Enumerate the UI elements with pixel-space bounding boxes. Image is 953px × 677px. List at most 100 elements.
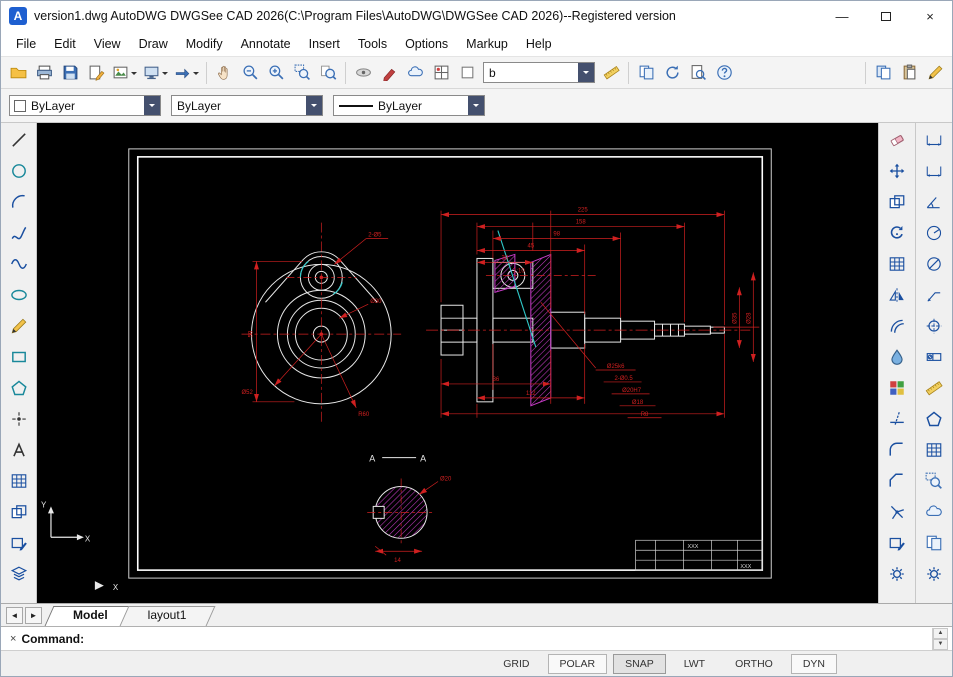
dim-aligned-tool-button[interactable] bbox=[920, 157, 948, 184]
tab-scroll-left-button[interactable]: ◄ bbox=[6, 607, 23, 624]
center-mark-tool-button[interactable] bbox=[920, 312, 948, 339]
compare-drawings-button[interactable] bbox=[633, 61, 659, 85]
zoom-extents-button[interactable] bbox=[315, 61, 341, 85]
polar-toggle[interactable]: POLAR bbox=[548, 654, 608, 674]
zoom-region-tool-button[interactable] bbox=[920, 467, 948, 494]
minimize-button[interactable]: — bbox=[820, 1, 864, 31]
text-tool-button[interactable] bbox=[5, 436, 33, 463]
arc-tool-button[interactable] bbox=[5, 188, 33, 215]
menu-modify[interactable]: Modify bbox=[177, 34, 232, 54]
mirror-tool-button[interactable] bbox=[883, 281, 911, 308]
menu-draw[interactable]: Draw bbox=[130, 34, 177, 54]
revision-cloud-tool-button[interactable] bbox=[920, 498, 948, 525]
array-tool-button[interactable] bbox=[883, 250, 911, 277]
fillet-tool-button[interactable] bbox=[883, 436, 911, 463]
block-insert-tool-button[interactable] bbox=[883, 529, 911, 556]
markup-manager-button[interactable] bbox=[428, 61, 454, 85]
sketch-tool-button[interactable] bbox=[5, 312, 33, 339]
match-properties-tool-button[interactable] bbox=[883, 343, 911, 370]
close-button[interactable]: × bbox=[908, 1, 952, 31]
open-button[interactable] bbox=[5, 61, 31, 85]
dropdown-caret-icon[interactable] bbox=[193, 72, 199, 78]
export-image-button[interactable] bbox=[109, 61, 140, 85]
copy-tool-button[interactable] bbox=[5, 498, 33, 525]
menu-tools[interactable]: Tools bbox=[349, 34, 396, 54]
menu-insert[interactable]: Insert bbox=[300, 34, 349, 54]
copy-button[interactable] bbox=[870, 61, 896, 85]
color-swatch-button[interactable] bbox=[454, 61, 480, 85]
combo-dropdown-button[interactable] bbox=[144, 96, 160, 115]
print-button[interactable] bbox=[31, 61, 57, 85]
polygon-tool-button[interactable] bbox=[5, 374, 33, 401]
menu-help[interactable]: Help bbox=[517, 34, 561, 54]
markup-pen-button[interactable] bbox=[376, 61, 402, 85]
paste-button[interactable] bbox=[896, 61, 922, 85]
explode-tool-button[interactable] bbox=[883, 498, 911, 525]
menu-markup[interactable]: Markup bbox=[457, 34, 517, 54]
layers-tool-button[interactable] bbox=[5, 560, 33, 587]
freehand-tool-button[interactable] bbox=[5, 250, 33, 277]
polyline-tool-button[interactable] bbox=[5, 219, 33, 246]
tolerance-tool-button[interactable] bbox=[920, 343, 948, 370]
zoom-window-button[interactable] bbox=[289, 61, 315, 85]
dim-settings-button[interactable] bbox=[920, 560, 948, 587]
command-scroll-up-button[interactable]: ▲ bbox=[933, 628, 948, 639]
dyn-toggle[interactable]: DYN bbox=[791, 654, 837, 674]
circle-tool-button[interactable] bbox=[5, 157, 33, 184]
edit-drawing-button[interactable] bbox=[83, 61, 109, 85]
grid-toggle[interactable]: GRID bbox=[491, 654, 541, 674]
find-text-button[interactable] bbox=[685, 61, 711, 85]
trim-tool-button[interactable] bbox=[883, 405, 911, 432]
move-tool-button[interactable] bbox=[883, 157, 911, 184]
area-tool-button[interactable] bbox=[920, 405, 948, 432]
table-tool-button[interactable] bbox=[920, 436, 948, 463]
dropdown-caret-icon[interactable] bbox=[131, 72, 137, 78]
shaded-view-button[interactable] bbox=[350, 61, 376, 85]
drawing-canvas[interactable]: 2-Ø5 Ø30 Ø52 R60 58 bbox=[37, 123, 878, 603]
tab-layout1[interactable]: layout1 bbox=[128, 604, 207, 626]
menu-options[interactable]: Options bbox=[396, 34, 457, 54]
layer-combo[interactable]: ByLayer bbox=[9, 95, 161, 116]
zoom-in-button[interactable] bbox=[263, 61, 289, 85]
point-tool-button[interactable] bbox=[5, 405, 33, 432]
combo-dropdown-button[interactable] bbox=[306, 96, 322, 115]
ellipse-tool-button[interactable] bbox=[5, 281, 33, 308]
rectangle-tool-button[interactable] bbox=[5, 343, 33, 370]
tab-model[interactable]: Model bbox=[53, 604, 128, 626]
dim-radius-tool-button[interactable] bbox=[920, 219, 948, 246]
maximize-button[interactable] bbox=[864, 1, 908, 31]
save-button[interactable] bbox=[57, 61, 83, 85]
combo-dropdown-button[interactable] bbox=[468, 96, 484, 115]
snap-toggle[interactable]: SNAP bbox=[613, 654, 666, 674]
help-button[interactable] bbox=[711, 61, 737, 85]
command-close-icon[interactable]: × bbox=[5, 633, 21, 645]
next-view-button[interactable] bbox=[171, 61, 202, 85]
draw-pencil-button[interactable] bbox=[922, 61, 948, 85]
markup-filter-combo[interactable]: b bbox=[483, 62, 595, 83]
leader-tool-button[interactable] bbox=[920, 281, 948, 308]
hatch-tool-button[interactable] bbox=[5, 467, 33, 494]
dim-diameter-tool-button[interactable] bbox=[920, 250, 948, 277]
resize-grip[interactable] bbox=[936, 660, 950, 674]
erase-tool-button[interactable] bbox=[883, 126, 911, 153]
dropdown-caret-icon[interactable] bbox=[162, 72, 168, 78]
layer-colors-tool-button[interactable] bbox=[883, 374, 911, 401]
dim-linear-tool-button[interactable] bbox=[920, 126, 948, 153]
zoom-out-button[interactable] bbox=[237, 61, 263, 85]
measure-ruler-tool-button[interactable] bbox=[920, 374, 948, 401]
menu-edit[interactable]: Edit bbox=[45, 34, 85, 54]
command-scroll-down-button[interactable]: ▼ bbox=[933, 639, 948, 650]
linetype-combo[interactable]: ByLayer bbox=[333, 95, 485, 116]
block-edit-tool-button[interactable] bbox=[5, 529, 33, 556]
measure-button[interactable] bbox=[598, 61, 624, 85]
viewports-button[interactable] bbox=[140, 61, 171, 85]
color-combo[interactable]: ByLayer bbox=[171, 95, 323, 116]
pan-button[interactable] bbox=[211, 61, 237, 85]
tab-scroll-right-button[interactable]: ► bbox=[25, 607, 42, 624]
menu-file[interactable]: File bbox=[7, 34, 45, 54]
dim-angular-tool-button[interactable] bbox=[920, 188, 948, 215]
command-input[interactable] bbox=[90, 630, 932, 648]
offset-tool-button[interactable] bbox=[883, 312, 911, 339]
refresh-button[interactable] bbox=[659, 61, 685, 85]
rotate-tool-button[interactable] bbox=[883, 219, 911, 246]
